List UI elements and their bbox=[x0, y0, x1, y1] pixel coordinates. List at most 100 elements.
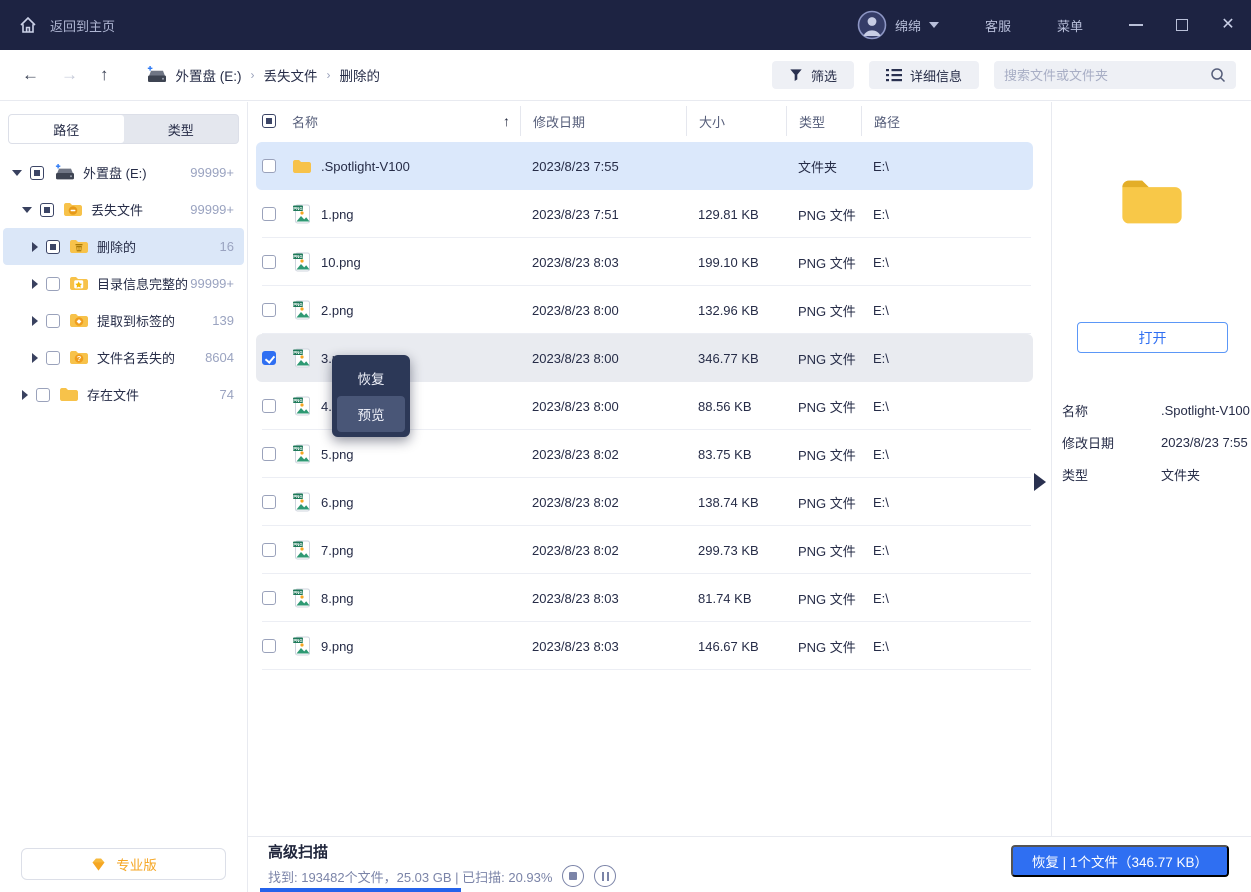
menu-link[interactable]: 菜单 bbox=[1057, 16, 1083, 35]
select-all-checkbox[interactable] bbox=[262, 114, 276, 128]
checkbox-unchecked[interactable] bbox=[46, 351, 60, 365]
sidebar-item-filename-lost[interactable]: ? 文件名丢失的 8604 bbox=[3, 339, 244, 376]
collapse-arrow-icon[interactable] bbox=[22, 390, 28, 400]
table-row[interactable]: PNG 7.png 2023/8/23 8:02 299.73 KB PNG 文… bbox=[248, 526, 1051, 574]
pause-scan-button[interactable] bbox=[594, 865, 616, 887]
home-icon[interactable] bbox=[18, 15, 38, 35]
collapse-arrow-icon[interactable] bbox=[32, 353, 38, 363]
row-checkbox[interactable] bbox=[262, 303, 276, 317]
file-type: PNG 文件 bbox=[798, 589, 873, 608]
breadcrumb-deleted[interactable]: 删除的 bbox=[340, 65, 381, 85]
expand-arrow-icon[interactable] bbox=[12, 170, 22, 176]
context-menu-recover[interactable]: 恢复 bbox=[337, 360, 405, 396]
file-path: E:\ bbox=[873, 351, 1031, 366]
png-file-icon: PNG bbox=[292, 300, 312, 320]
svg-text:PNG: PNG bbox=[293, 446, 303, 451]
png-file-icon: PNG bbox=[292, 540, 312, 560]
checkbox-indeterminate[interactable] bbox=[46, 240, 60, 254]
table-row[interactable]: PNG 10.png 2023/8/23 8:03 199.10 KB PNG … bbox=[248, 238, 1051, 286]
forward-button[interactable]: → bbox=[61, 65, 78, 85]
item-count: 99999+ bbox=[190, 276, 244, 291]
details-list-icon bbox=[886, 68, 902, 82]
tab-type[interactable]: 类型 bbox=[124, 115, 239, 143]
row-checkbox[interactable] bbox=[262, 447, 276, 461]
sidebar-item-deleted[interactable]: 删除的 16 bbox=[3, 228, 244, 265]
column-header-size[interactable]: 大小 bbox=[699, 112, 725, 131]
maximize-button[interactable] bbox=[1159, 0, 1205, 50]
search-input[interactable] bbox=[1004, 68, 1210, 83]
file-name: 6.png bbox=[321, 495, 354, 510]
table-row[interactable]: PNG 1.png 2023/8/23 7:51 129.81 KB PNG 文… bbox=[248, 190, 1051, 238]
table-row[interactable]: PNG 5.png 2023/8/23 8:02 83.75 KB PNG 文件… bbox=[248, 430, 1051, 478]
collapse-arrow-icon[interactable] bbox=[32, 242, 38, 252]
pro-version-button[interactable]: 专业版 bbox=[21, 848, 226, 880]
sidebar-item-label: 存在文件 bbox=[87, 385, 139, 404]
table-row[interactable]: PNG 2.png 2023/8/23 8:00 132.96 KB PNG 文… bbox=[248, 286, 1051, 334]
table-row[interactable]: PNG 8.png 2023/8/23 8:03 81.74 KB PNG 文件… bbox=[248, 574, 1051, 622]
collapse-arrow-icon[interactable] bbox=[32, 279, 38, 289]
file-size: 199.10 KB bbox=[698, 255, 798, 270]
checkbox-indeterminate[interactable] bbox=[30, 166, 44, 180]
checkbox-unchecked[interactable] bbox=[46, 277, 60, 291]
row-checkbox[interactable] bbox=[262, 255, 276, 269]
column-header-type[interactable]: 类型 bbox=[799, 112, 825, 131]
preview-collapse-handle[interactable] bbox=[1034, 473, 1046, 491]
table-row[interactable]: PNG 9.png 2023/8/23 8:03 146.67 KB PNG 文… bbox=[248, 622, 1051, 670]
open-button[interactable]: 打开 bbox=[1077, 322, 1228, 353]
checkbox-unchecked[interactable] bbox=[36, 388, 50, 402]
recover-button[interactable]: 恢复 | 1个文件（346.77 KB） bbox=[1011, 845, 1229, 877]
collapse-arrow-icon[interactable] bbox=[32, 316, 38, 326]
column-header-path[interactable]: 路径 bbox=[874, 112, 900, 131]
row-checkbox[interactable] bbox=[262, 495, 276, 509]
back-button[interactable]: ← bbox=[22, 65, 39, 85]
close-icon: ✕ bbox=[1221, 17, 1234, 33]
checkbox-unchecked[interactable] bbox=[46, 314, 60, 328]
file-date: 2023/8/23 8:00 bbox=[532, 351, 698, 366]
column-header-date[interactable]: 修改日期 bbox=[533, 112, 585, 131]
file-size: 138.74 KB bbox=[698, 495, 798, 510]
row-checkbox[interactable] bbox=[262, 207, 276, 221]
expand-arrow-icon[interactable] bbox=[22, 207, 32, 213]
breadcrumb-lost-files[interactable]: 丢失文件 bbox=[264, 65, 318, 85]
sidebar-item-directory-complete[interactable]: 目录信息完整的 99999+ bbox=[3, 265, 244, 302]
breadcrumb-drive[interactable]: 外置盘 (E:) bbox=[176, 65, 242, 85]
avatar[interactable] bbox=[857, 10, 887, 40]
file-type: PNG 文件 bbox=[798, 301, 873, 320]
row-checkbox[interactable] bbox=[262, 591, 276, 605]
search-box[interactable] bbox=[994, 61, 1236, 89]
row-checkbox[interactable] bbox=[262, 543, 276, 557]
checkbox-indeterminate[interactable] bbox=[40, 203, 54, 217]
row-checkbox[interactable] bbox=[262, 399, 276, 413]
user-caret-icon[interactable] bbox=[929, 22, 939, 33]
row-checkbox-checked[interactable] bbox=[262, 351, 276, 365]
table-row[interactable]: .Spotlight-V100 2023/8/23 7:55 文件夹 E:\ bbox=[256, 142, 1033, 190]
scan-title: 高级扫描 bbox=[268, 841, 328, 862]
context-menu-preview[interactable]: 预览 bbox=[337, 396, 405, 432]
filter-button[interactable]: 筛选 bbox=[772, 61, 854, 89]
sidebar-item-extracted-tags[interactable]: 提取到标签的 139 bbox=[3, 302, 244, 339]
row-checkbox[interactable] bbox=[262, 159, 276, 173]
close-button[interactable]: ✕ bbox=[1205, 0, 1251, 50]
sidebar-item-label: 目录信息完整的 bbox=[97, 274, 188, 293]
username[interactable]: 绵绵 bbox=[895, 16, 921, 35]
drive-icon bbox=[53, 164, 75, 181]
search-icon[interactable] bbox=[1210, 67, 1226, 83]
sidebar-item-existing-files[interactable]: 存在文件 74 bbox=[3, 376, 244, 413]
sidebar-item-lost-files[interactable]: 丢失文件 99999+ bbox=[3, 191, 244, 228]
stop-scan-button[interactable] bbox=[562, 865, 584, 887]
support-link[interactable]: 客服 bbox=[985, 16, 1011, 35]
file-name: 7.png bbox=[321, 543, 354, 558]
table-row[interactable]: PNG 6.png 2023/8/23 8:02 138.74 KB PNG 文… bbox=[248, 478, 1051, 526]
details-button[interactable]: 详细信息 bbox=[869, 61, 979, 89]
row-checkbox[interactable] bbox=[262, 639, 276, 653]
minimize-button[interactable] bbox=[1113, 0, 1159, 50]
home-label[interactable]: 返回到主页 bbox=[50, 16, 115, 35]
sort-ascending-icon[interactable]: ↑ bbox=[503, 113, 510, 129]
filter-icon bbox=[789, 68, 803, 82]
up-button[interactable]: ↑ bbox=[100, 65, 109, 85]
column-header-name[interactable]: 名称 bbox=[292, 112, 318, 131]
svg-text:PNG: PNG bbox=[293, 302, 303, 307]
tab-path[interactable]: 路径 bbox=[9, 115, 124, 143]
svg-text:PNG: PNG bbox=[293, 542, 303, 547]
sidebar-item-drive[interactable]: 外置盘 (E:) 99999+ bbox=[3, 154, 244, 191]
